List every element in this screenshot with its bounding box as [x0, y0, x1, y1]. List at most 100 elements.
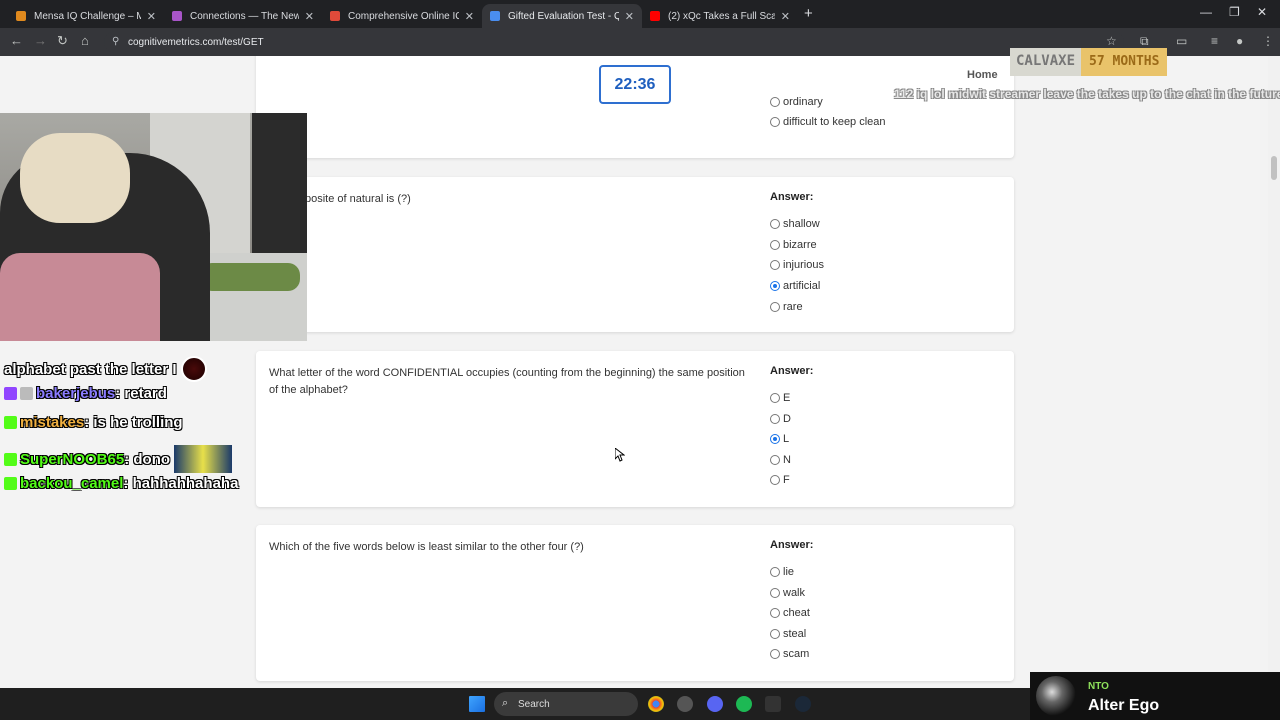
spotify-icon[interactable]: [736, 696, 752, 712]
answer-option[interactable]: walk: [770, 586, 805, 600]
steam-icon[interactable]: [795, 696, 811, 712]
close-tab-icon[interactable]: ✕: [147, 10, 156, 23]
close-tab-icon[interactable]: ✕: [625, 10, 634, 23]
radio-button[interactable]: [770, 455, 780, 465]
chat-username: bakerjebus: [36, 385, 116, 402]
close-tab-icon[interactable]: ✕: [781, 10, 790, 23]
close-tab-icon[interactable]: ✕: [465, 10, 474, 23]
radio-button[interactable]: [770, 629, 780, 639]
chat-message: bakerjebus: retard: [4, 385, 167, 402]
site-info-icon[interactable]: ⚲: [112, 36, 119, 47]
close-tab-icon[interactable]: ✕: [305, 10, 314, 23]
radio-button[interactable]: [770, 302, 780, 312]
answer-option[interactable]: injurious: [770, 258, 824, 272]
reading-mode-icon[interactable]: ▭: [1176, 34, 1187, 48]
radio-button[interactable]: [770, 219, 780, 229]
windows-start-icon[interactable]: [469, 696, 485, 712]
radio-button[interactable]: [770, 393, 780, 403]
chat-emote-icon: [180, 356, 207, 382]
app-icon[interactable]: [765, 696, 781, 712]
search-icon: ⌕: [502, 697, 509, 709]
chat-message: alphabet past the letter I: [4, 356, 207, 382]
bookmark-star-icon[interactable]: ☆: [1106, 34, 1117, 48]
tab-youtube-xqc[interactable]: (2) xQc Takes a Full Scale IQ Te ✕: [642, 4, 798, 28]
chat-message: SuperNOOB65: dono: [4, 445, 233, 473]
profile-avatar-icon[interactable]: ●: [1236, 34, 1243, 48]
forward-icon[interactable]: →: [34, 33, 47, 48]
chat-message: mistakes: is he trolling: [4, 414, 183, 431]
answer-option[interactable]: artificial: [770, 279, 820, 293]
answer-option[interactable]: N: [770, 453, 791, 467]
option-label: E: [783, 392, 791, 404]
tab-comprehensive-iq[interactable]: Comprehensive Online IQ Test ✕: [322, 4, 482, 28]
close-window-icon[interactable]: ✕: [1257, 5, 1267, 19]
tab-label: (2) xQc Takes a Full Scale IQ Te: [668, 10, 775, 22]
radio-button[interactable]: [770, 588, 780, 598]
option-label: artificial: [783, 280, 821, 292]
answer-heading: Answer:: [770, 191, 814, 203]
answer-option[interactable]: bizarre: [770, 238, 817, 252]
radio-button[interactable]: [770, 260, 780, 270]
nyt-favicon-icon: [172, 11, 182, 21]
media-controls-icon[interactable]: ≡: [1211, 34, 1218, 48]
option-label: injurious: [783, 259, 824, 271]
answer-option[interactable]: F: [770, 473, 790, 487]
radio-button[interactable]: [770, 608, 780, 618]
tab-mensa[interactable]: Mensa IQ Challenge – Mensa I ✕: [8, 4, 164, 28]
radio-button[interactable]: [770, 567, 780, 577]
answer-option[interactable]: lie: [770, 565, 794, 579]
scrollbar-thumb[interactable]: [1271, 156, 1277, 180]
discord-icon[interactable]: [707, 696, 723, 712]
twitch-badge-icon: [4, 387, 17, 400]
obs-icon[interactable]: [677, 696, 693, 712]
answer-option[interactable]: L: [770, 432, 789, 446]
new-tab-icon[interactable]: +: [804, 5, 813, 22]
radio-button[interactable]: [770, 240, 780, 250]
taskbar-search[interactable]: ⌕ Search: [494, 692, 638, 716]
radio-button[interactable]: [770, 117, 780, 127]
answer-option[interactable]: ordinary: [770, 95, 823, 109]
webcam-plush: [200, 263, 300, 291]
chat-message: backou_camel: hahhahhahaha: [4, 475, 238, 492]
answer-option[interactable]: shallow: [770, 217, 820, 231]
answer-option[interactable]: E: [770, 391, 790, 405]
track-title: Alter Ego: [1088, 697, 1160, 714]
answer-heading: Answer:: [770, 365, 814, 377]
maximize-icon[interactable]: ❐: [1229, 5, 1240, 19]
radio-button[interactable]: [770, 414, 780, 424]
subscriber-months: 57 MONTHS: [1081, 48, 1168, 76]
extensions-icon[interactable]: ⧉: [1140, 34, 1149, 49]
tab-gifted-evaluation[interactable]: Gifted Evaluation Test - Quick, A ✕: [482, 4, 642, 28]
home-link[interactable]: Home: [967, 69, 998, 81]
answer-option[interactable]: difficult to keep clean: [770, 115, 886, 129]
option-label: ordinary: [783, 96, 823, 108]
minimize-icon[interactable]: —: [1200, 5, 1212, 19]
page-scrollbar[interactable]: [1268, 56, 1280, 688]
address-bar[interactable]: ⚲ cognitivemetrics.com/test/GET: [104, 31, 1124, 53]
option-label: walk: [783, 587, 806, 599]
tab-label: Gifted Evaluation Test - Quick, A: [508, 10, 619, 22]
answer-option[interactable]: steal: [770, 627, 806, 641]
back-icon[interactable]: ←: [10, 33, 23, 48]
search-label: Search: [518, 698, 550, 710]
option-label: L: [783, 433, 790, 445]
question-text: Which of the five words below is least s…: [269, 541, 584, 553]
radio-button[interactable]: [770, 475, 780, 485]
chat-username: SuperNOOB65: [20, 450, 125, 468]
reload-icon[interactable]: ↻: [57, 33, 68, 49]
home-icon[interactable]: ⌂: [81, 33, 89, 48]
option-label: cheat: [783, 607, 810, 619]
more-menu-icon[interactable]: ⋮: [1262, 34, 1274, 48]
radio-button-selected[interactable]: [770, 281, 780, 291]
chat-text: alphabet past the letter I: [4, 360, 177, 378]
answer-option[interactable]: cheat: [770, 606, 810, 620]
tab-connections[interactable]: Connections — The New York T ✕: [164, 4, 322, 28]
answer-option[interactable]: rare: [770, 300, 803, 314]
radio-button-selected[interactable]: [770, 434, 780, 444]
chrome-icon[interactable]: [648, 696, 664, 712]
radio-button[interactable]: [770, 97, 780, 107]
radio-button[interactable]: [770, 649, 780, 659]
option-label: steal: [783, 628, 807, 640]
answer-option[interactable]: D: [770, 412, 791, 426]
answer-option[interactable]: scam: [770, 647, 809, 661]
